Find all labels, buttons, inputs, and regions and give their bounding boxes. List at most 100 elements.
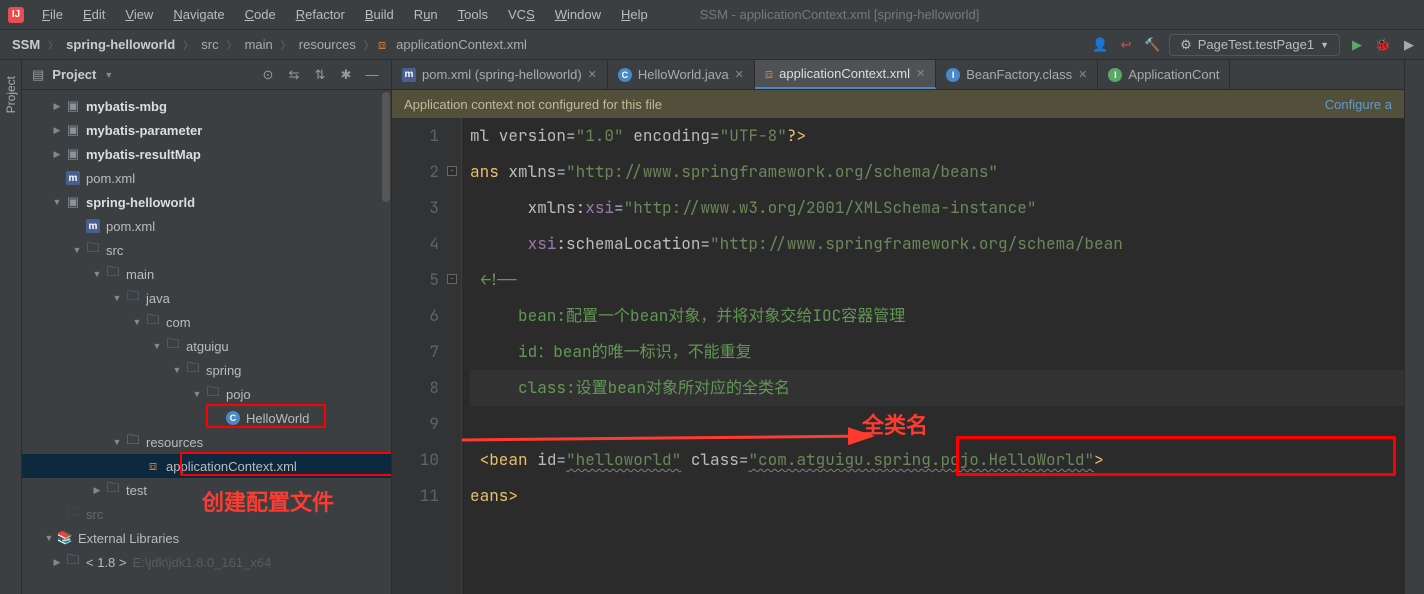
module-folder-icon: ▣ (64, 194, 82, 210)
tree-item-module[interactable]: ▶▣mybatis-mbg (22, 94, 391, 118)
line-number: 5− (392, 262, 461, 298)
project-tool-window: ▤ Project ▼ ⊙ ⇆ ⇅ ✱ — ▶▣mybatis-mbg ▶▣my… (22, 60, 392, 594)
tree-item-folder[interactable]: 🗀src (22, 502, 391, 526)
tree-item-package[interactable]: ▼🗀pojo (22, 382, 391, 406)
maven-file-icon: m (84, 219, 102, 233)
libraries-icon: 📚 (56, 530, 74, 546)
tree-item-package[interactable]: ▼🗀atguigu (22, 334, 391, 358)
folder-icon: 🗀 (84, 239, 102, 261)
editor-tabs: mpom.xml (spring-helloworld)✕ CHelloWorl… (392, 60, 1404, 90)
right-tool-stripe (1404, 60, 1424, 594)
close-icon[interactable]: ✕ (735, 68, 744, 81)
project-tool-button[interactable]: Project (2, 70, 20, 119)
menu-edit[interactable]: Edit (75, 3, 113, 26)
editor-tab[interactable]: IBeanFactory.class✕ (936, 60, 1098, 89)
maven-file-icon: m (64, 171, 82, 185)
menu-run[interactable]: Run (406, 3, 446, 26)
build-hammer-icon[interactable]: 🔨 (1143, 36, 1161, 54)
settings-gear-icon[interactable]: ✱ (337, 66, 355, 84)
interface-icon: I (1108, 68, 1122, 82)
user-icon[interactable]: 👤 (1091, 36, 1109, 54)
menu-tools[interactable]: Tools (450, 3, 496, 26)
menu-window[interactable]: Window (547, 3, 609, 26)
breadcrumb-item[interactable]: resources (293, 35, 362, 54)
close-icon[interactable]: ✕ (1078, 68, 1087, 81)
line-number: 7 (392, 334, 461, 370)
menu-code[interactable]: Code (237, 3, 284, 26)
code-body[interactable]: ml version="1.0" encoding="UTF-8"?> ans … (462, 118, 1404, 594)
tree-item-file[interactable]: ⧈applicationContext.xml (22, 454, 391, 478)
project-view-icon: ▤ (32, 67, 44, 83)
chevron-right-icon: 〉 (48, 37, 58, 52)
line-number: 2− (392, 154, 461, 190)
maven-file-icon: m (402, 68, 416, 82)
tree-item-source-folder[interactable]: ▼🗀java (22, 286, 391, 310)
menu-help[interactable]: Help (613, 3, 656, 26)
xml-file-icon: ⧈ (378, 37, 386, 53)
source-folder-icon: 🗀 (124, 287, 142, 309)
tree-item-folder[interactable]: ▶🗀test (22, 478, 391, 502)
class-icon: C (618, 68, 632, 82)
menu-file[interactable]: File (34, 3, 71, 26)
close-icon[interactable]: ✕ (588, 68, 597, 81)
breadcrumb-item[interactable]: SSM (6, 35, 46, 54)
menu-build[interactable]: Build (357, 3, 402, 26)
editor-tab[interactable]: IApplicationCont (1098, 60, 1230, 89)
breadcrumb-item[interactable]: applicationContext.xml (390, 35, 533, 54)
app-icon: IJ (8, 7, 24, 23)
collapse-all-icon[interactable]: ⇅ (311, 66, 329, 84)
configure-link[interactable]: Configure a (1325, 97, 1392, 112)
tree-item-folder[interactable]: ▼🗀src (22, 238, 391, 262)
fold-icon[interactable]: − (447, 274, 457, 284)
folder-icon: 🗀 (104, 479, 122, 501)
menu-navigate[interactable]: Navigate (165, 3, 232, 26)
editor-tab[interactable]: ⧈applicationContext.xml✕ (755, 60, 936, 89)
tree-item-resources-folder[interactable]: ▼🗀resources (22, 430, 391, 454)
tree-item-package[interactable]: ▼🗀com (22, 310, 391, 334)
scrollbar-thumb[interactable] (382, 92, 390, 202)
notification-message: Application context not configured for t… (404, 97, 662, 112)
menu-refactor[interactable]: Refactor (288, 3, 353, 26)
tree-item-module[interactable]: ▶▣mybatis-resultMap (22, 142, 391, 166)
tree-item-file[interactable]: mpom.xml (22, 214, 391, 238)
tree-item-external-libraries[interactable]: ▼📚External Libraries (22, 526, 391, 550)
breadcrumb-item[interactable]: spring-helloworld (60, 35, 181, 54)
editor-tab[interactable]: CHelloWorld.java✕ (608, 60, 755, 89)
tree-item-package[interactable]: ▼🗀spring (22, 358, 391, 382)
spring-config-icon: ⧈ (144, 458, 162, 474)
package-icon: 🗀 (184, 359, 202, 381)
tree-item-class[interactable]: CHelloWorld (22, 406, 391, 430)
line-number: 9 (392, 406, 461, 442)
line-number: 10 (392, 442, 461, 478)
run-config-label: PageTest.testPage1 (1198, 37, 1314, 52)
tree-item-module[interactable]: ▼▣spring-helloworld (22, 190, 391, 214)
hide-icon[interactable]: — (363, 66, 381, 84)
chevron-right-icon: 〉 (364, 37, 374, 52)
project-tree[interactable]: ▶▣mybatis-mbg ▶▣mybatis-parameter ▶▣myba… (22, 90, 391, 594)
run-config-selector[interactable]: ⚙ PageTest.testPage1 ▼ (1169, 34, 1340, 56)
close-icon[interactable]: ✕ (916, 67, 925, 80)
debug-icon[interactable]: 🐞 (1374, 36, 1392, 54)
tree-item-file[interactable]: mpom.xml (22, 166, 391, 190)
select-opened-file-icon[interactable]: ⊙ (259, 66, 277, 84)
fold-icon[interactable]: − (447, 166, 457, 176)
module-folder-icon: ▣ (64, 98, 82, 114)
back-icon[interactable]: ↩ (1117, 36, 1135, 54)
code-editor[interactable]: 1 2− 3 4 5− 6 7 8 9 10 11 ml version="1.… (392, 118, 1404, 594)
run-icon[interactable]: ▶ (1348, 36, 1366, 54)
interface-icon: I (946, 68, 960, 82)
tree-item-jdk[interactable]: ▶🗀< 1.8 >E:\jdk\jdk1.8.0_161_x64 (22, 550, 391, 574)
menu-view[interactable]: View (117, 3, 161, 26)
chevron-down-icon[interactable]: ▼ (104, 70, 113, 80)
coverage-icon[interactable]: ▶ (1400, 36, 1418, 54)
tree-item-module[interactable]: ▶▣mybatis-parameter (22, 118, 391, 142)
breadcrumb: SSM〉 spring-helloworld〉 src〉 main〉 resou… (6, 35, 533, 54)
line-number: 8 (392, 370, 461, 406)
menu-vcs[interactable]: VCS (500, 3, 543, 26)
breadcrumb-item[interactable]: main (239, 35, 279, 54)
breadcrumb-item[interactable]: src (195, 35, 224, 54)
expand-all-icon[interactable]: ⇆ (285, 66, 303, 84)
tree-item-folder[interactable]: ▼🗀main (22, 262, 391, 286)
class-icon: C (224, 411, 242, 425)
editor-tab[interactable]: mpom.xml (spring-helloworld)✕ (392, 60, 608, 89)
